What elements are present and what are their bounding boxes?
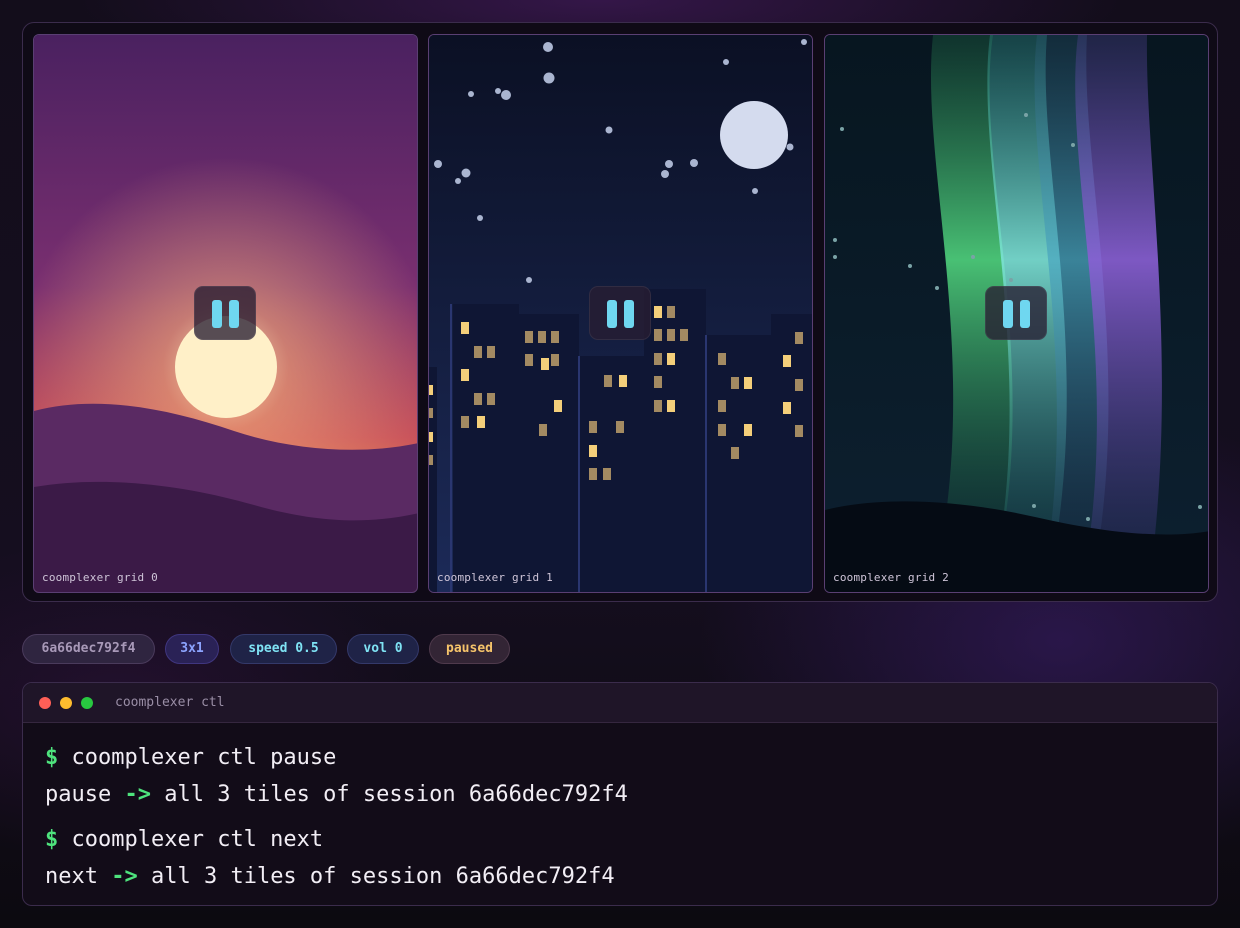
speed-badge: speed 0.5	[230, 634, 337, 664]
terminal-titlebar: coomplexer ctl	[23, 683, 1217, 723]
arrow-symbol: ->	[111, 864, 138, 889]
prompt-symbol: $	[45, 745, 59, 770]
terminal-command-line: $ coomplexer ctl pause	[45, 745, 336, 770]
pause-icon-bar	[1020, 300, 1030, 328]
tile-caption: coomplexer grid 1	[437, 571, 553, 584]
pause-icon	[607, 300, 617, 328]
terminal-output-line: next -> all 3 tiles of session 6a66dec79…	[45, 864, 615, 889]
maximize-dot[interactable]	[81, 697, 93, 709]
output-text: all 3 tiles of session 6a66dec792f4	[150, 864, 615, 889]
tile-caption: coomplexer grid 0	[42, 571, 158, 584]
grid-tile-2[interactable]: coomplexer grid 2	[824, 34, 1209, 593]
grid-tile-0[interactable]: coomplexer grid 0	[33, 34, 418, 593]
close-dot[interactable]	[39, 697, 51, 709]
terminal-window: coomplexer ctl $ coomplexer ctl pause pa…	[22, 682, 1218, 906]
pause-icon	[212, 300, 222, 328]
video-grid: coomplexer grid 0 coomplexer grid 1 coom…	[22, 22, 1218, 602]
state-badge: paused	[429, 634, 510, 664]
terminal-title: coomplexer ctl	[115, 695, 225, 710]
output-text: all 3 tiles of session 6a66dec792f4	[164, 782, 628, 807]
pause-button[interactable]	[985, 286, 1047, 340]
session-id-badge: 6a66dec792f4	[22, 634, 155, 664]
pause-button[interactable]	[194, 286, 256, 340]
tile-caption: coomplexer grid 2	[833, 571, 949, 584]
pause-icon	[1003, 300, 1013, 328]
prompt-symbol: $	[45, 827, 59, 852]
layout-badge: 3x1	[165, 634, 219, 664]
volume-badge: vol 0	[347, 634, 419, 664]
terminal-command-line: $ coomplexer ctl next	[45, 827, 323, 852]
minimize-dot[interactable]	[60, 697, 72, 709]
command-text: coomplexer ctl pause	[71, 745, 337, 770]
terminal-output-line: pause -> all 3 tiles of session 6a66dec7…	[45, 782, 628, 807]
grid-tile-1[interactable]: coomplexer grid 1	[428, 34, 813, 593]
pause-icon-bar	[229, 300, 239, 328]
pause-button[interactable]	[589, 286, 651, 340]
output-action: pause	[45, 782, 112, 807]
pause-icon-bar	[624, 300, 634, 328]
command-text: coomplexer ctl next	[71, 827, 324, 852]
arrow-symbol: ->	[124, 782, 151, 807]
output-action: next	[45, 864, 98, 889]
